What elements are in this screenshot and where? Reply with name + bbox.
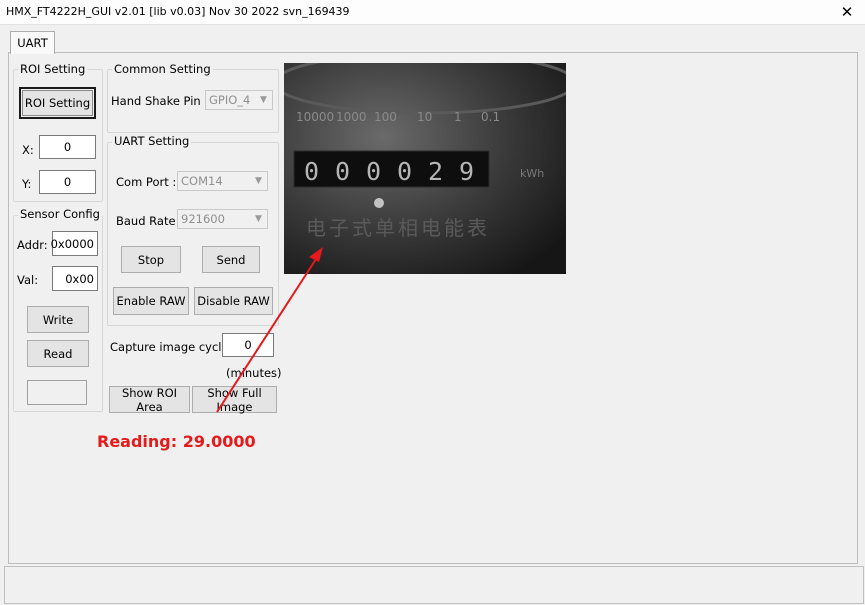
stop-button[interactable]: Stop xyxy=(121,246,181,273)
capture-cycle-unit: (minutes) xyxy=(226,366,282,380)
com-port-label: Com Port : xyxy=(116,175,177,189)
close-icon[interactable]: ✕ xyxy=(835,1,859,23)
sensor-config-group-label: Sensor Config xyxy=(18,207,102,221)
show-roi-area-button[interactable]: Show ROI Area xyxy=(109,386,190,414)
uart-setting-group-label: UART Setting xyxy=(112,134,192,148)
baud-rate-label: Baud Rate xyxy=(116,214,176,228)
read-output-field xyxy=(27,380,87,405)
meter-scale-label: 1 xyxy=(454,110,462,124)
meter-scale-label: 10000 xyxy=(296,110,334,124)
chevron-down-icon: ▼ xyxy=(260,95,267,105)
roi-x-label: X: xyxy=(22,143,34,157)
light-reflection xyxy=(374,198,384,208)
roi-setting-group-label: ROI Setting xyxy=(18,62,88,76)
reading-text: Reading: 29.0000 xyxy=(97,432,256,451)
chevron-down-icon: ▼ xyxy=(255,214,262,224)
capture-cycle-label: Capture image cycle: xyxy=(110,340,233,354)
meter-image: 10000 1000 100 10 1 0.1 000029 kWh 电子式单相电能表 xyxy=(284,63,566,274)
read-button[interactable]: Read xyxy=(27,340,89,367)
window-title: HMX_FT4222H_GUI v2.01 [lib v0.03] Nov 30… xyxy=(6,5,350,18)
common-setting-group-label: Common Setting xyxy=(112,62,213,76)
meter-digit: 9 xyxy=(459,157,474,186)
roi-y-input[interactable]: 0 xyxy=(39,170,96,194)
capture-cycle-input[interactable]: 0 xyxy=(222,333,274,357)
meter-digit: 0 xyxy=(335,157,350,186)
com-port-value: COM14 xyxy=(181,174,223,188)
disable-raw-button[interactable]: Disable RAW xyxy=(194,287,273,315)
meter-digit: 2 xyxy=(428,157,443,186)
write-button[interactable]: Write xyxy=(27,306,89,333)
enable-raw-button[interactable]: Enable RAW xyxy=(113,287,189,315)
meter-scale-label: 1000 xyxy=(336,110,367,124)
meter-chinese-text: 电子式单相电能表 xyxy=(306,216,490,240)
meter-scale-label: 10 xyxy=(417,110,432,124)
meter-image-drawing: 10000 1000 100 10 1 0.1 000029 kWh 电子式单相电能表 xyxy=(284,63,566,274)
chevron-down-icon: ▼ xyxy=(255,176,262,186)
title-bar: HMX_FT4222H_GUI v2.01 [lib v0.03] Nov 30… xyxy=(0,0,865,25)
val-label: Val: xyxy=(17,273,39,287)
roi-setting-button[interactable]: ROI Setting xyxy=(19,87,96,119)
meter-digit: 0 xyxy=(397,157,412,186)
addr-input[interactable]: 0x0000 xyxy=(51,231,98,256)
val-input[interactable]: 0x00 xyxy=(52,266,98,291)
handshake-pin-value: GPIO_4 xyxy=(209,93,251,107)
com-port-select[interactable]: COM14 ▼ xyxy=(177,171,268,191)
status-bar xyxy=(4,566,864,604)
addr-label: Addr: xyxy=(17,238,48,252)
baud-rate-select[interactable]: 921600 ▼ xyxy=(177,209,268,229)
roi-y-label: Y: xyxy=(22,177,32,191)
handshake-pin-select[interactable]: GPIO_4 ▼ xyxy=(205,90,273,110)
meter-digit: 0 xyxy=(304,157,319,186)
send-button[interactable]: Send xyxy=(202,246,260,273)
meter-scale-label: 100 xyxy=(374,110,397,124)
meter-digit: 0 xyxy=(366,157,381,186)
baud-rate-value: 921600 xyxy=(181,212,225,226)
show-full-image-button[interactable]: Show Full Image xyxy=(192,386,277,414)
meter-scale-label: 0.1 xyxy=(481,110,500,124)
roi-x-input[interactable]: 0 xyxy=(39,135,96,159)
handshake-pin-label: Hand Shake Pin : xyxy=(111,94,209,108)
tab-uart[interactable]: UART xyxy=(10,31,55,54)
meter-unit-text: kWh xyxy=(520,167,544,180)
